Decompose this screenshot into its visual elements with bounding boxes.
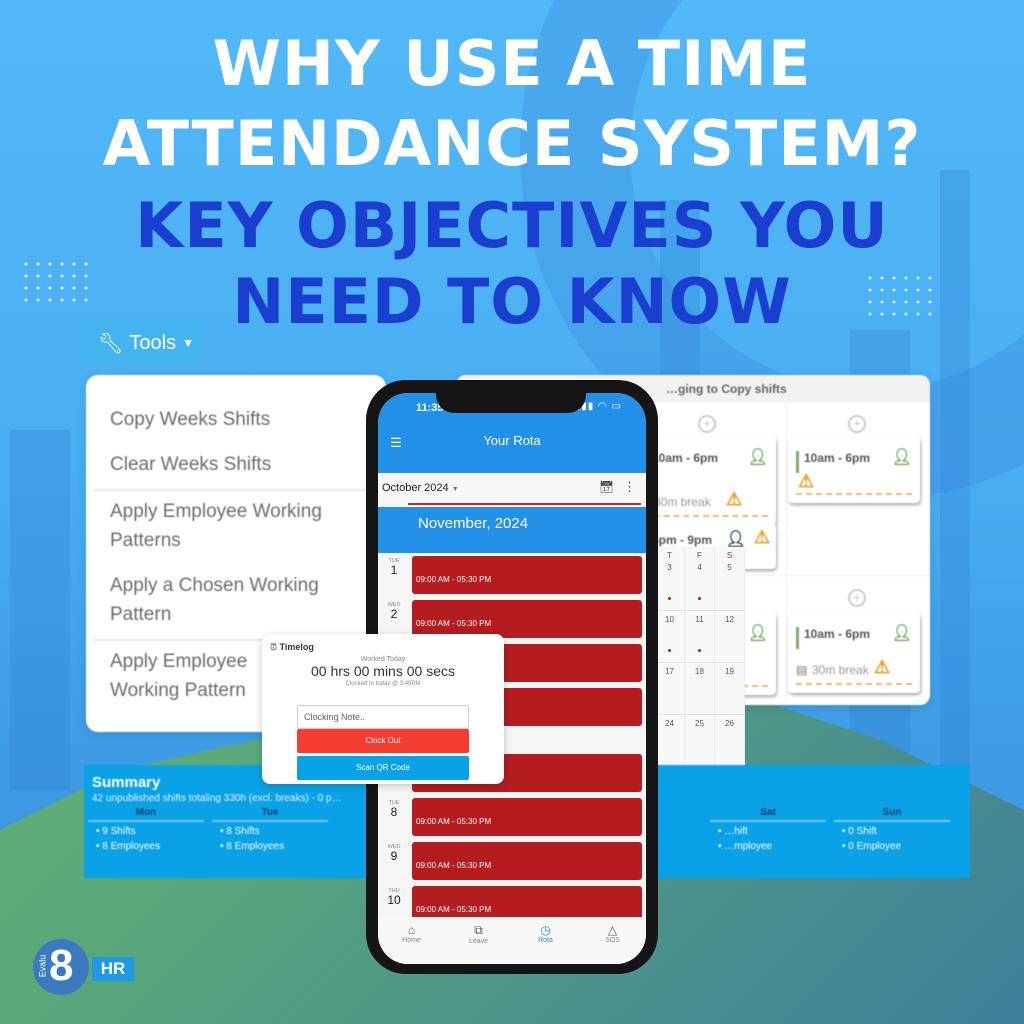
selected-underline — [408, 503, 641, 505]
scan-qr-button[interactable]: Scan QR Code — [297, 756, 469, 780]
calendar-day[interactable]: 5 — [715, 559, 745, 610]
nav-rota[interactable]: ◷ Rota — [512, 917, 579, 964]
shift-time: 5pm - 9pm — [652, 533, 713, 547]
break-label: 30m break — [812, 663, 869, 677]
calendar-header: F — [685, 547, 715, 560]
rota-day-row[interactable]: WED 9 09:00 AM - 05:30 PM — [378, 842, 646, 882]
add-shift-icon[interactable]: + — [698, 415, 716, 433]
nav-home[interactable]: ⌂ Home — [378, 917, 445, 964]
home-icon: ⌂ — [407, 923, 416, 937]
person-icon: 👤︎ — [747, 625, 768, 642]
month-dropdown[interactable]: October 2024 ▼ — [382, 482, 459, 494]
calendar-day[interactable]: 25 — [685, 715, 715, 766]
summary-column: Mon • 9 Shifts • 8 Employees — [88, 807, 204, 852]
calendar-day[interactable]: 17 — [655, 663, 685, 714]
nav-leave[interactable]: ⧉ Leave — [445, 917, 512, 964]
tools-label: Tools — [129, 331, 177, 354]
nav-sos[interactable]: △ SOS — [579, 917, 646, 964]
more-options-icon[interactable]: ⋮ — [623, 479, 636, 495]
shift-block: 09:00 AM - 05:30 PM — [412, 798, 642, 836]
calendar-day[interactable]: 18 — [685, 663, 715, 714]
warning-icon: ⚠ — [874, 657, 891, 677]
calendar-day[interactable]: 11 — [685, 611, 715, 662]
summary-column: Tue • 8 Shifts • 8 Employees — [212, 807, 328, 852]
calendar-day[interactable]: 10 — [655, 611, 685, 662]
headline-line-3: KEY OBJECTIVES YOU — [135, 189, 889, 262]
evalu8-logo: Evalu 8 — [33, 939, 89, 995]
rota-day-row[interactable]: TUE 8 09:00 AM - 05:30 PM — [378, 798, 646, 838]
phone-notch — [436, 383, 586, 413]
coffee-icon: ▤ — [796, 663, 808, 677]
summary-column: Sun • 0 Shift • 0 Employee — [834, 807, 950, 852]
calendar-header: S — [715, 547, 745, 560]
menu-item-copy-weeks-shifts[interactable]: Copy Weeks Shifts — [86, 405, 386, 434]
clock-out-button[interactable]: Clock Out — [297, 729, 469, 753]
menu-item-apply-chosen-working-pattern[interactable]: Apply a Chosen Working Pattern — [86, 571, 386, 629]
calendar-day[interactable]: 12 — [715, 611, 745, 662]
warning-icon: ⚠ — [798, 471, 815, 491]
shift-time: 10am - 6pm — [804, 627, 871, 641]
warning-icon: ⚠ — [753, 527, 770, 547]
calendar-day[interactable]: 3 — [655, 559, 685, 610]
tools-dropdown-button[interactable]: 🔧︎ Tools ▼ — [80, 320, 206, 366]
calendar-day[interactable]: 24 — [655, 715, 685, 766]
status-bar — [796, 627, 799, 649]
person-icon: 👤︎ — [891, 449, 912, 466]
calendar-day[interactable]: 19 — [715, 663, 745, 714]
add-shift-icon[interactable]: + — [848, 415, 866, 433]
building-silhouette — [940, 170, 970, 770]
summary-subtitle: 42 unpublished shifts totaling 330h (exc… — [92, 793, 342, 804]
building-silhouette — [10, 430, 70, 790]
summary-column: Sat • …hift • …mployee — [710, 807, 826, 852]
worked-today-label: Worked Today — [360, 656, 406, 663]
menu-item-apply-employee-working-pattern[interactable]: Apply Employee Working Pattern — [86, 647, 276, 705]
app-title: Your Rota — [483, 433, 541, 448]
status-bar — [796, 451, 799, 473]
person-icon: 👤︎ — [725, 531, 746, 548]
shift-card[interactable]: 10am - 6pm 👤︎ ▤ 30m break ⚠ — [788, 613, 920, 693]
menu-item-clear-weeks-shifts[interactable]: Clear Weeks Shifts — [86, 450, 386, 479]
briefcase-icon: ⧉ — [474, 923, 483, 937]
alarm-clock-icon: ⏰︎ — [270, 642, 278, 652]
shift-card[interactable]: 10am - 6pm 👤︎ ⚠ — [788, 437, 920, 503]
worked-time: 00 hrs 00 mins 00 secs — [311, 663, 455, 679]
rota-day-row[interactable]: TUE 1 09:00 AM - 05:30 PM — [378, 556, 646, 596]
caret-down-icon: ▼ — [182, 336, 194, 350]
calendar-day[interactable]: 4 — [685, 559, 715, 610]
warning-icon: ⚠ — [726, 489, 743, 509]
shift-block: 09:00 AM - 05:30 PM — [412, 600, 642, 638]
shift-block: 09:00 AM - 05:30 PM — [412, 556, 642, 594]
month-selector-bar: October 2024 ▼ 📅︎ ⋮ — [378, 473, 646, 507]
headline-line-1: WHY USE A TIME — [212, 27, 812, 100]
add-shift-icon[interactable]: + — [848, 589, 866, 607]
person-icon: 👤︎ — [891, 625, 912, 642]
clocked-in-time: Clocked In today @ 3:45PM — [345, 681, 421, 687]
break-label: 30m break — [654, 495, 711, 509]
shift-block: 09:00 AM - 05:30 PM — [412, 842, 642, 880]
calendar-header: T — [655, 547, 685, 560]
shift-time: 10am - 6pm — [804, 451, 871, 465]
sos-warning-icon: △ — [607, 923, 618, 937]
shift-time: 10am - 6pm — [652, 451, 719, 465]
clocking-note-input[interactable]: Clocking Note.. — [297, 705, 469, 729]
timelog-title: ⏰︎ Timelog — [270, 642, 314, 652]
logo-hr-badge: HR — [92, 957, 134, 981]
calendar-day[interactable]: 26 — [715, 715, 745, 766]
summary-title: Summary — [92, 774, 161, 791]
bottom-navigation: ⌂ Home ⧉ Leave ◷ Rota △ SOS — [378, 917, 646, 964]
headline-line-2: ATTENDANCE SYSTEM? — [102, 107, 922, 180]
calendar-icon[interactable]: 📅︎ — [599, 480, 614, 494]
menu-item-apply-employee-working-patterns[interactable]: Apply Employee Working Patterns — [86, 497, 386, 555]
timelog-card: ⏰︎ Timelog Worked Today 00 hrs 00 mins 0… — [262, 634, 504, 784]
menu-divider — [94, 489, 378, 491]
rota-clock-icon: ◷ — [540, 923, 551, 937]
month-banner: November, 2024 — [378, 507, 646, 553]
wrench-icon: 🔧︎ — [98, 332, 124, 355]
person-icon: 👤︎ — [747, 449, 768, 466]
